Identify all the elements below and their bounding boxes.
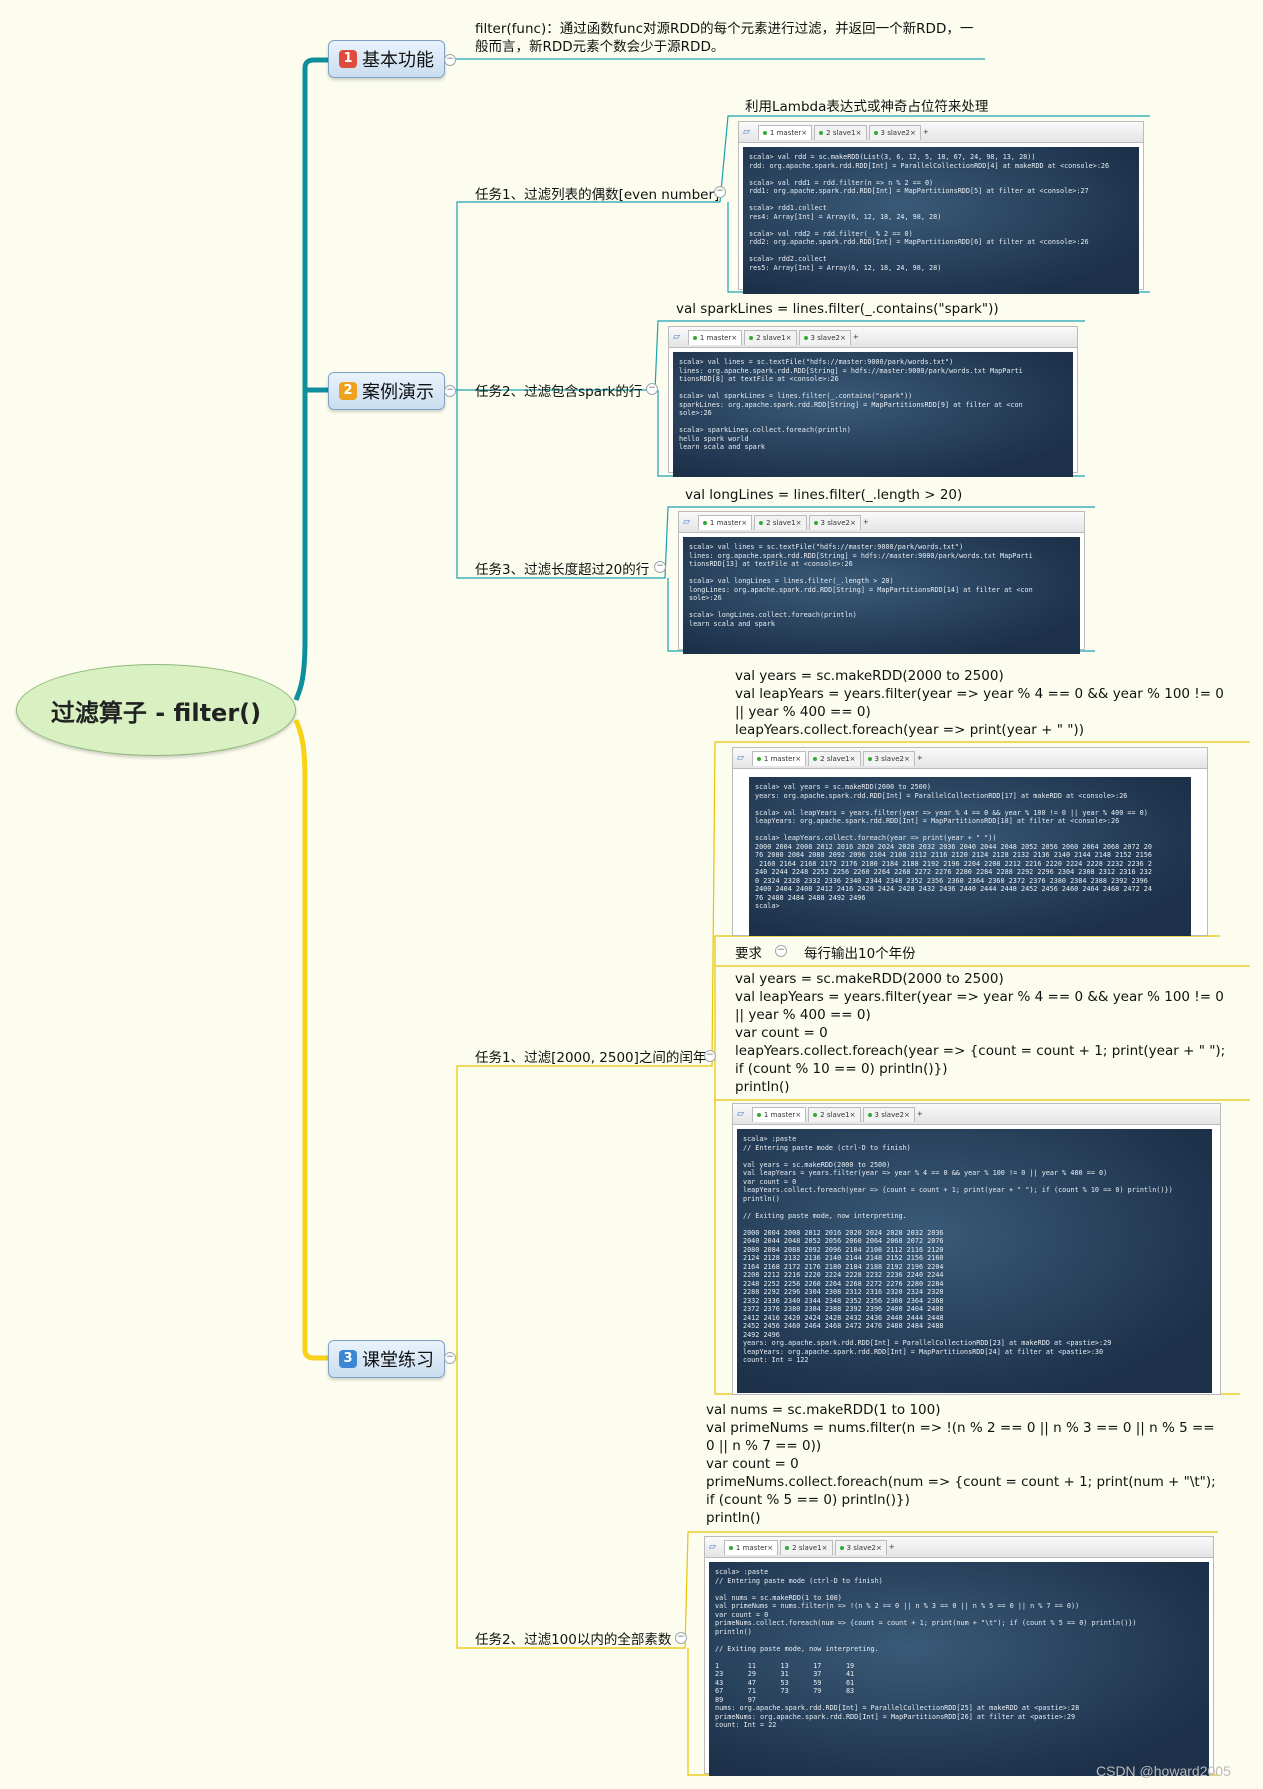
branch-label: 课堂练习: [362, 1350, 434, 1371]
terminal-window: ▱ 1 master × 2 slave1 × 3 slave2 × + sca…: [704, 1536, 1214, 1776]
tab-slave2[interactable]: 3 slave2 ×: [798, 329, 851, 345]
add-tab-icon[interactable]: +: [917, 754, 923, 762]
console-output: scala> val years = sc.makeRDD(2000 to 25…: [749, 777, 1191, 936]
branch-label: 基本功能: [362, 50, 434, 71]
collapse-icon[interactable]: −: [714, 186, 726, 198]
tab-slave2[interactable]: 3 slave2 ×: [834, 1539, 887, 1555]
collapse-icon[interactable]: −: [704, 1050, 716, 1062]
terminal-tabbar: ▱ 1 master × 2 slave1 × 3 slave2 × +: [733, 748, 1207, 769]
practice-task1-code2: val years = sc.makeRDD(2000 to 2500) val…: [735, 971, 1226, 1095]
practice-task2-label: 任务2、过滤100以内的全部素数: [475, 1632, 672, 1648]
console-output: scala> val lines = sc.textFile("hdfs://m…: [673, 352, 1073, 477]
collapse-icon[interactable]: −: [444, 385, 456, 397]
folder-icon[interactable]: ▱: [673, 332, 680, 342]
folder-icon[interactable]: ▱: [737, 753, 744, 763]
branch-basic[interactable]: 1 基本功能: [328, 40, 445, 78]
demo-task2-note: val sparkLines = lines.filter(_.contains…: [676, 301, 999, 317]
tab-slave1[interactable]: 2 slave1 ×: [814, 124, 867, 140]
add-tab-icon[interactable]: +: [853, 333, 859, 341]
requirement-value: 每行输出10个年份: [804, 946, 916, 962]
watermark: CSDN @howard2005: [1096, 1763, 1231, 1779]
add-tab-icon[interactable]: +: [889, 1543, 895, 1551]
requirement-label: 要求: [735, 946, 762, 962]
demo-task1-label: 任务1、过滤列表的偶数[even number]: [475, 187, 720, 203]
tab-master[interactable]: 1 master ×: [757, 124, 813, 140]
console-output: scala> val rdd = sc.makeRDD(List(3, 6, 1…: [743, 147, 1139, 294]
tab-slave1[interactable]: 2 slave1 ×: [754, 514, 807, 530]
folder-icon[interactable]: ▱: [709, 1542, 716, 1552]
badge-3: 3: [339, 1350, 357, 1368]
collapse-icon[interactable]: −: [444, 1352, 456, 1364]
terminal-window: ▱ 1 master × 2 slave1 × 3 slave2 × + sca…: [678, 511, 1085, 654]
tab-slave1[interactable]: 2 slave1 ×: [808, 1106, 861, 1122]
collapse-icon[interactable]: −: [775, 945, 787, 957]
add-tab-icon[interactable]: +: [923, 128, 929, 136]
folder-icon[interactable]: ▱: [737, 1109, 744, 1119]
add-tab-icon[interactable]: +: [917, 1110, 923, 1118]
console-output: scala> :paste // Entering paste mode (ct…: [737, 1129, 1212, 1393]
tab-master[interactable]: 1 master ×: [751, 1106, 807, 1122]
demo-task3-label: 任务3、过滤长度超过20的行: [475, 562, 650, 578]
demo-task3-note: val longLines = lines.filter(_.length > …: [685, 487, 963, 503]
terminal-window: ▱ 1 master × 2 slave1 × 3 slave2 × + sca…: [732, 1103, 1221, 1395]
console-output: scala> :paste // Entering paste mode (ct…: [709, 1562, 1209, 1776]
terminal-window: ▱ 1 master × 2 slave1 × 3 slave2 × + sca…: [668, 326, 1078, 477]
practice-task1-label: 任务1、过滤[2000, 2500]之间的闰年: [475, 1050, 707, 1066]
root-topic[interactable]: 过滤算子 - filter(): [16, 664, 296, 756]
tab-slave2[interactable]: 3 slave2 ×: [862, 1106, 915, 1122]
collapse-icon[interactable]: −: [444, 54, 456, 66]
collapse-icon[interactable]: −: [654, 561, 666, 573]
tab-slave1[interactable]: 2 slave1 ×: [780, 1539, 833, 1555]
branch-label: 案例演示: [362, 382, 434, 403]
practice-task1-code1: val years = sc.makeRDD(2000 to 2500) val…: [735, 668, 1224, 738]
collapse-icon[interactable]: −: [675, 1632, 687, 1644]
terminal-tabbar: ▱ 1 master × 2 slave1 × 3 slave2 × +: [739, 122, 1143, 143]
tab-master[interactable]: 1 master ×: [751, 750, 807, 766]
terminal-window: ▱ 1 master × 2 slave1 × 3 slave2 × + sca…: [738, 121, 1144, 294]
tab-slave2[interactable]: 3 slave2 ×: [808, 514, 861, 530]
root-title: 过滤算子 - filter(): [50, 698, 262, 727]
practice-task2-code: val nums = sc.makeRDD(1 to 100) val prim…: [706, 1402, 1216, 1526]
tab-slave1[interactable]: 2 slave1 ×: [808, 750, 861, 766]
tab-slave1[interactable]: 2 slave1 ×: [744, 329, 797, 345]
terminal-tabbar: ▱ 1 master × 2 slave1 × 3 slave2 × +: [733, 1104, 1220, 1125]
basic-description: filter(func)：通过函数func对源RDD的每个元素进行过滤，并返回一…: [475, 21, 974, 55]
tab-master[interactable]: 1 master ×: [723, 1539, 779, 1555]
tab-slave2[interactable]: 3 slave2 ×: [868, 124, 921, 140]
add-tab-icon[interactable]: +: [863, 518, 869, 526]
terminal-tabbar: ▱ 1 master × 2 slave1 × 3 slave2 × +: [669, 327, 1077, 348]
collapse-icon[interactable]: −: [646, 383, 658, 395]
console-output: scala> val lines = sc.textFile("hdfs://m…: [683, 537, 1080, 654]
branch-demo[interactable]: 2 案例演示: [328, 372, 445, 410]
demo-task2-label: 任务2、过滤包含spark的行: [475, 384, 643, 400]
terminal-window: ▱ 1 master × 2 slave1 × 3 slave2 × + sca…: [732, 747, 1208, 936]
demo-task1-note: 利用Lambda表达式或神奇占位符来处理: [745, 99, 989, 115]
terminal-tabbar: ▱ 1 master × 2 slave1 × 3 slave2 × +: [705, 1537, 1213, 1558]
tab-master[interactable]: 1 master ×: [687, 329, 743, 345]
badge-1: 1: [339, 50, 357, 68]
folder-icon[interactable]: ▱: [683, 517, 690, 527]
branch-practice[interactable]: 3 课堂练习: [328, 1340, 445, 1378]
badge-2: 2: [339, 382, 357, 400]
terminal-tabbar: ▱ 1 master × 2 slave1 × 3 slave2 × +: [679, 512, 1084, 533]
folder-icon[interactable]: ▱: [743, 127, 750, 137]
tab-master[interactable]: 1 master ×: [697, 514, 753, 530]
tab-slave2[interactable]: 3 slave2 ×: [862, 750, 915, 766]
